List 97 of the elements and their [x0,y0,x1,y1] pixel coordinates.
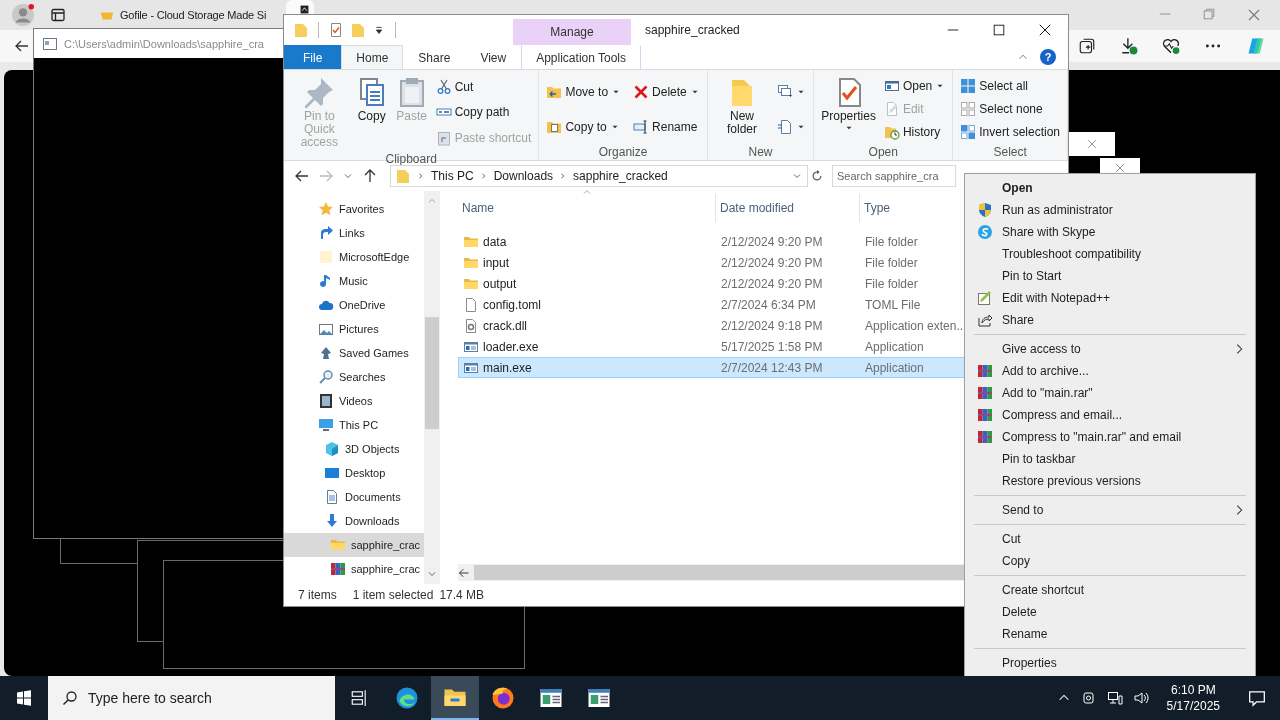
date-cell-text: 2/12/2024 9:20 PM [720,234,824,249]
menu-item[interactable]: Give access to [968,338,1252,360]
type-cell-text: Application [864,360,925,375]
nav-item[interactable]: Saved Games [284,341,424,365]
ribbon-button[interactable]: Delete [630,81,703,102]
type-cell-text: File folder [864,234,919,249]
nav-item[interactable]: Desktop [284,461,424,485]
status-text: 17.4 MB [439,588,485,602]
nav-item[interactable]: This PC [284,413,424,437]
breadcrumb-item[interactable]: Downloads [493,169,554,183]
nav-item[interactable]: 3D Objects [284,437,424,461]
menu-item[interactable]: Edit with Notepad++ [968,287,1252,309]
group-label: New [747,144,774,160]
type-cell-text: TOML File [864,297,922,312]
ribbon-button[interactable]: Invert selection [957,122,1063,143]
menu-item[interactable]: Run as administrator [968,199,1252,221]
ribbon-button[interactable]: Copy path [432,102,535,123]
nav-item[interactable]: MicrosoftEdge [284,245,424,269]
nav-item[interactable]: Music [284,269,424,293]
ribbon-tab[interactable]: Home [341,45,404,69]
ribbon-button[interactable]: Copy to [543,116,625,137]
menu-item[interactable]: Open [968,177,1252,199]
ribbon-button[interactable]: Copy [352,74,391,151]
menu-item[interactable]: Add to "main.rar" [968,382,1252,404]
menu-item[interactable]: Send to [968,499,1252,521]
file-name: data [483,234,507,249]
ribbon-button[interactable]: Move to [543,81,625,102]
menu-item[interactable]: Share with Skype [968,221,1252,243]
clock[interactable]: 6:10 PM 5/17/2025 [1158,682,1228,714]
column-header[interactable]: Name [458,194,716,222]
menu-item[interactable]: Cut [968,528,1252,550]
ribbon-button[interactable]: New folder [711,74,773,144]
ribbon-button[interactable]: Rename [630,116,703,137]
status-text: 7 items [298,588,337,602]
nav-item[interactable]: Searches [284,365,424,389]
menu-item[interactable]: Share [968,309,1252,331]
breadcrumb-item[interactable]: sapphire_cracked [573,169,668,183]
file-name: loader.exe [483,339,539,354]
ribbon-button[interactable]: Cut [432,76,535,97]
ribbon-button[interactable]: Select none [957,99,1063,119]
window-title: sapphire_cracked [645,23,740,37]
browser-tab[interactable]: Gofile - Cloud Storage Made Si [86,0,286,30]
menu-item[interactable]: Properties [968,652,1252,674]
column-header[interactable]: Date modified [716,194,860,222]
nav-item[interactable]: sapphire_crac [284,533,424,557]
date-cell-text: 2/7/2024 6:34 PM [720,297,817,312]
file-name: output [483,276,517,291]
nav-item[interactable]: Links [284,221,424,245]
menu-item[interactable]: Pin to taskbar [968,448,1252,470]
group-label: Organize [597,144,649,160]
menu-item[interactable]: Compress and email... [968,404,1252,426]
nav-item[interactable]: Favorites [284,197,424,221]
ribbon-button[interactable]: Properties [818,74,879,144]
group-label: Clipboard [384,151,438,167]
nav-item[interactable]: Documents [284,485,424,509]
nav-item[interactable]: Downloads [284,509,424,533]
nav-item[interactable]: sapphire_crac [284,557,424,581]
ribbon-button[interactable]: History [880,122,949,143]
search-field[interactable]: Search sapphire_cra [832,165,956,187]
status-text: 1 item selected [352,588,434,602]
date-cell-text: 2/7/2024 12:43 PM [720,360,824,375]
nav-item[interactable]: Videos [284,389,424,413]
breadcrumb-item[interactable]: This PC [431,169,474,183]
help-button[interactable]: ? [1040,49,1056,65]
menu-item[interactable]: Pin to Start [968,265,1252,287]
type-cell-text: Application [864,339,925,354]
file-name: config.toml [483,297,542,312]
menu-item[interactable]: Compress to "main.rar" and email [968,426,1252,448]
file-name: main.exe [483,360,532,375]
context-tab-header: Manage [513,19,631,45]
date-cell-text: 5/17/2025 1:58 PM [720,339,824,354]
type-cell-text: Application exten.. [864,318,965,333]
date-cell-text: 2/12/2024 9:18 PM [720,318,824,333]
type-cell-text: File folder [864,255,919,270]
file-name: input [483,255,510,270]
ribbon-tab[interactable]: Application Tools [521,45,642,69]
ribbon-button[interactable]: Select all [957,75,1063,96]
menu-item[interactable]: Rename [968,623,1252,645]
nav-item[interactable]: Pictures [284,317,424,341]
menu-item[interactable]: Delete [968,601,1252,623]
menu-item[interactable]: Restore previous versions [968,470,1252,492]
file-name: crack.dll [483,318,527,333]
ribbon-tab[interactable]: File [284,45,342,69]
group-label: Select [992,144,1028,160]
menu-item[interactable]: Troubleshoot compatibility [968,243,1252,265]
type-cell-text: File folder [864,276,919,291]
menu-item[interactable]: Create shortcut [968,579,1252,601]
nav-item[interactable]: OneDrive [284,293,424,317]
date-cell-text: 2/12/2024 9:20 PM [720,276,824,291]
ribbon-button[interactable]: Open [880,75,949,96]
date-cell-text: 2/12/2024 9:20 PM [720,255,824,270]
group-label: Open [867,144,899,160]
search-field[interactable]: Type here to search [48,676,335,720]
address-bar[interactable]: This PC Downloads sapphire_cracked [390,165,808,187]
search-field[interactable]: Type here to search [88,690,318,706]
menu-item[interactable]: Copy [968,550,1252,572]
window-title: C:\Users\admin\Downloads\sapphire_cra [64,37,264,50]
